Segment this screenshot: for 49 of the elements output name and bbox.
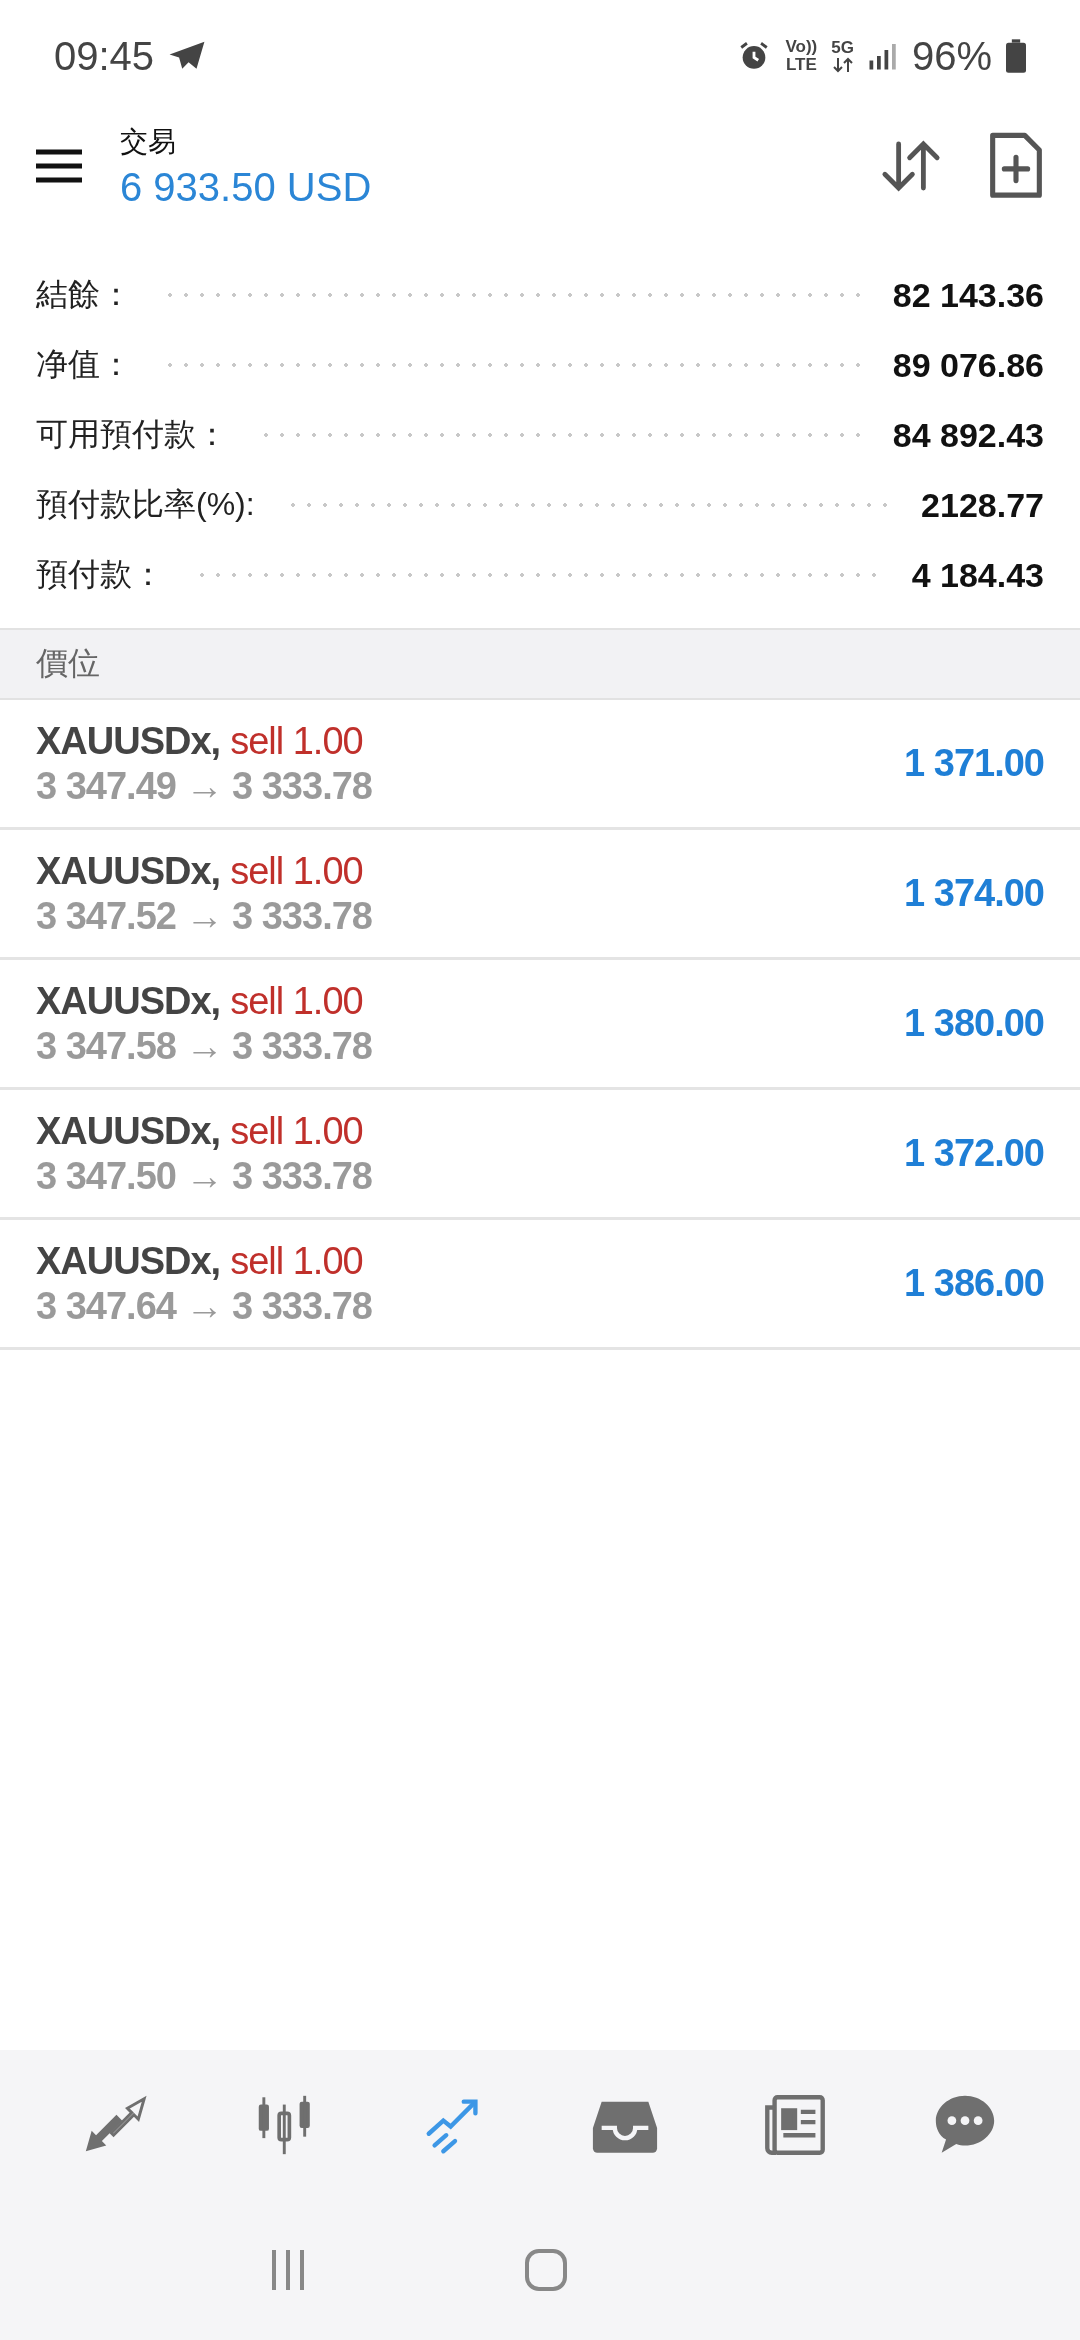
order-type: sell 1.00 — [230, 719, 363, 763]
signal-icon — [867, 41, 898, 71]
account-balance: 6 933.50 USD — [120, 164, 373, 210]
summary-value: 4 184.43 — [911, 555, 1044, 595]
battery-icon — [1006, 39, 1026, 73]
home-button[interactable] — [524, 2248, 568, 2292]
position-symbol: XAUUSDx, — [36, 849, 221, 893]
summary-value: 89 076.86 — [892, 345, 1044, 385]
section-title: 價位 — [36, 644, 100, 683]
order-type: sell 1.00 — [230, 849, 363, 893]
summary-label: 可用預付款： — [36, 415, 228, 454]
summary-value: 82 143.36 — [892, 275, 1044, 315]
position-row[interactable]: XAUUSDx, sell 1.00 3 347.49 → 3 333.78 1 371.00 — [0, 700, 1080, 830]
data-arrows-icon — [831, 57, 854, 73]
position-symbol: XAUUSDx, — [36, 1109, 221, 1153]
position-prices: 3 347.50 → 3 333.78 — [36, 1154, 373, 1198]
screen-title: 交易 — [120, 124, 177, 159]
battery-percent: 96% — [911, 33, 992, 79]
position-row[interactable]: XAUUSDx, sell 1.00 3 347.58 → 3 333.78 1 380.00 — [0, 960, 1080, 1090]
position-profit: 1 374.00 — [904, 872, 1044, 915]
position-prices: 3 347.52 → 3 333.78 — [36, 894, 373, 938]
summary-label: 净值： — [36, 345, 132, 384]
summary-label: 預付款比率(%): — [36, 485, 255, 524]
network-label: 5G — [831, 39, 854, 57]
position-profit: 1 372.00 — [904, 1132, 1044, 1175]
status-time: 09:45 — [54, 33, 155, 79]
menu-button[interactable] — [34, 148, 84, 184]
summary-value: 84 892.43 — [892, 415, 1044, 455]
position-profit: 1 380.00 — [904, 1002, 1044, 1045]
position-row[interactable]: XAUUSDx, sell 1.00 3 347.64 → 3 333.78 1 386.00 — [0, 1220, 1080, 1350]
summary-value: 2128.77 — [921, 485, 1044, 525]
volte-label: Vo)) — [785, 38, 818, 56]
position-prices: 3 347.64 → 3 333.78 — [36, 1284, 373, 1328]
position-row[interactable]: XAUUSDx, sell 1.00 3 347.52 → 3 333.78 1 374.00 — [0, 830, 1080, 960]
paper-plane-icon — [168, 40, 207, 72]
position-symbol: XAUUSDx, — [36, 719, 221, 763]
summary-label: 結餘： — [36, 275, 132, 314]
position-prices: 3 347.49 → 3 333.78 — [36, 764, 373, 808]
order-type: sell 1.00 — [230, 1239, 363, 1283]
order-type: sell 1.00 — [230, 979, 363, 1023]
lte-label: LTE — [785, 56, 817, 74]
position-symbol: XAUUSDx, — [36, 979, 221, 1023]
position-profit: 1 371.00 — [904, 742, 1044, 785]
summary-label: 預付款： — [36, 555, 164, 594]
position-profit: 1 386.00 — [904, 1262, 1044, 1305]
position-row[interactable]: XAUUSDx, sell 1.00 3 347.50 → 3 333.78 1 372.00 — [0, 1090, 1080, 1220]
order-type: sell 1.00 — [230, 1109, 363, 1153]
position-prices: 3 347.58 → 3 333.78 — [36, 1024, 373, 1068]
position-symbol: XAUUSDx, — [36, 1239, 221, 1283]
